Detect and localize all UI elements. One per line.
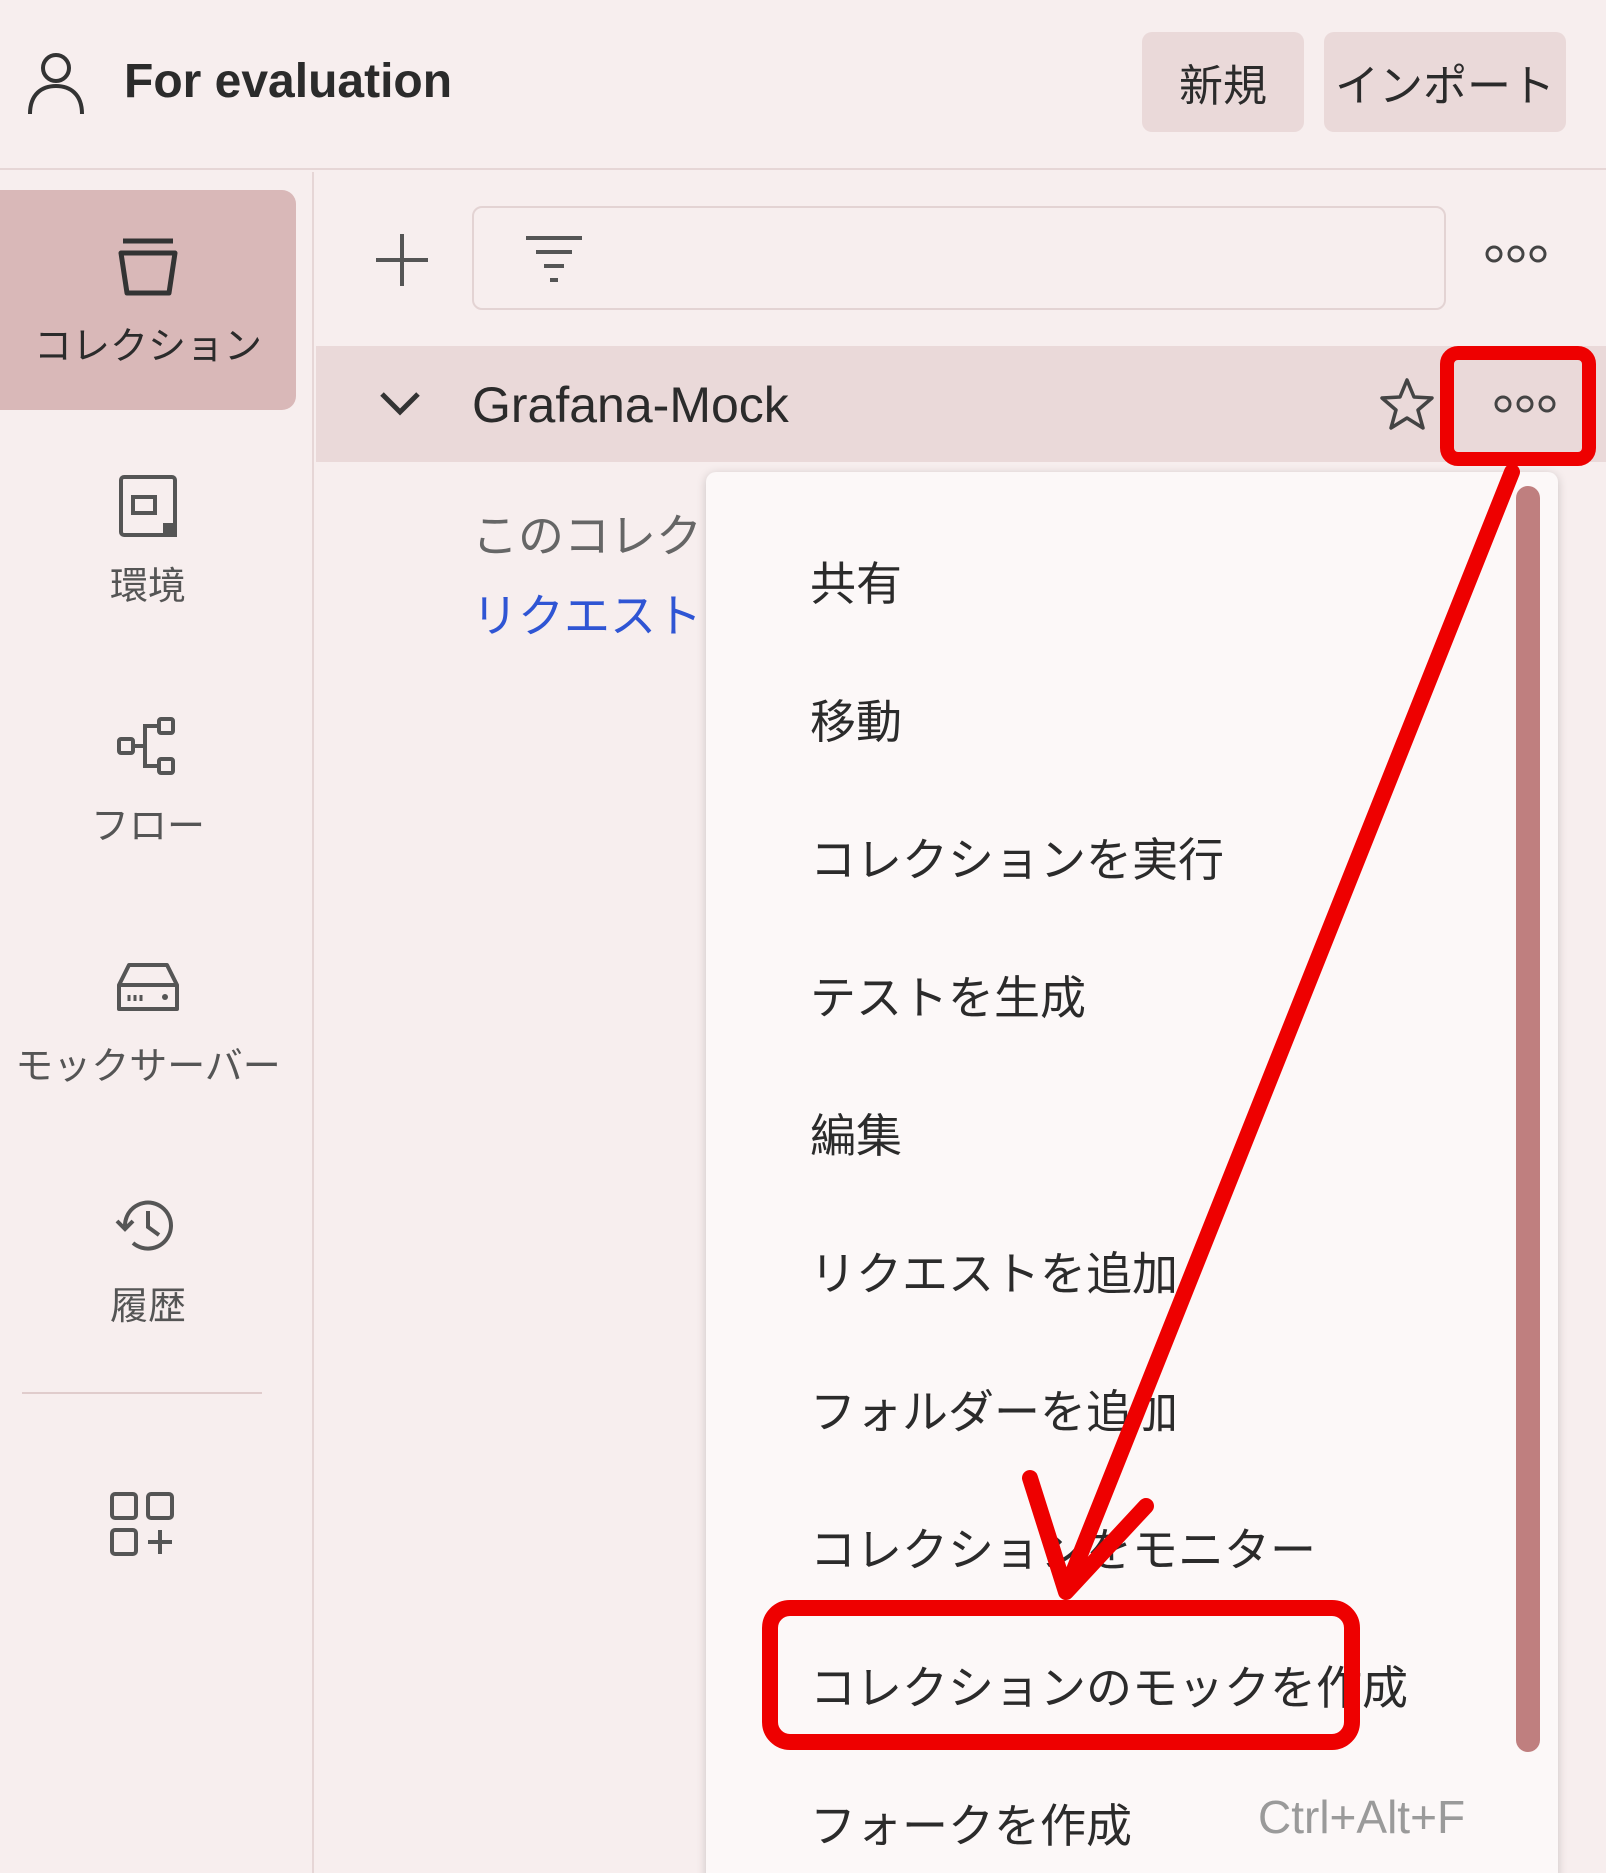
menu-item-label: フォークを作成 — [810, 1799, 1132, 1853]
collection-row[interactable]: Grafana-Mock — [316, 346, 1606, 462]
menu-item-monitor-collection[interactable]: コレクションをモニター — [810, 1514, 1316, 1580]
filter-icon — [526, 236, 582, 282]
sidebar-divider — [22, 1392, 262, 1394]
history-icon — [115, 1200, 173, 1251]
more-options-icon — [1494, 395, 1556, 413]
flow-icon — [117, 716, 175, 775]
new-button[interactable]: 新規 — [1142, 32, 1304, 132]
chevron-down-icon[interactable] — [378, 386, 422, 420]
sidebar: コレクション 環境 フロー モックサーバー 履歴 — [0, 172, 314, 1873]
menu-item-run-collection[interactable]: コレクションを実行 — [810, 824, 1224, 890]
more-options-icon[interactable] — [1484, 240, 1548, 268]
add-collection-icon[interactable] — [372, 230, 432, 290]
workspace-title: For evaluation — [124, 55, 453, 108]
menu-item-share[interactable]: 共有 — [810, 548, 902, 614]
sidebar-item-mock-servers[interactable]: モックサーバー — [0, 910, 296, 1130]
environment-icon — [119, 474, 177, 537]
menu-item-move[interactable]: 移動 — [810, 686, 902, 752]
sidebar-item-collections[interactable]: コレクション — [0, 190, 296, 410]
menu-item-edit[interactable]: 編集 — [810, 1100, 902, 1166]
collection-more-button[interactable] — [1456, 352, 1594, 456]
collection-context-menu: 共有 移動 コレクションを実行 テストを生成 編集 リクエストを追加 フォルダー… — [706, 472, 1558, 1873]
sidebar-item-flows[interactable]: フロー — [0, 670, 296, 890]
sidebar-item-label: コレクション — [33, 323, 262, 368]
collection-name[interactable]: Grafana-Mock — [472, 376, 789, 434]
mock-server-icon — [117, 962, 179, 1011]
empty-collection-text: このコレクシ — [472, 509, 712, 563]
search-box[interactable] — [472, 206, 1446, 310]
menu-item-shortcut: Ctrl+Alt+F — [1258, 1791, 1466, 1843]
sidebar-item-label: フロー — [90, 803, 205, 848]
menu-item-create-fork[interactable]: フォークを作成 Ctrl+Alt+F — [810, 1790, 1465, 1856]
menu-item-mock-collection[interactable]: コレクションのモックを作成 — [810, 1652, 1408, 1718]
search-input[interactable] — [614, 228, 1414, 288]
menu-item-generate-tests[interactable]: テストを生成 — [810, 962, 1086, 1028]
menu-scrollbar[interactable] — [1516, 486, 1540, 1752]
apps-add-icon[interactable] — [108, 1490, 176, 1558]
sidebar-item-environments[interactable]: 環境 — [0, 430, 296, 650]
sidebar-item-label: 履歴 — [109, 1283, 186, 1328]
collection-icon — [118, 238, 178, 295]
sidebar-item-label: モックサーバー — [15, 1043, 281, 1088]
menu-item-add-request[interactable]: リクエストを追加 — [810, 1238, 1178, 1304]
sidebar-item-label: 環境 — [109, 563, 186, 608]
import-button[interactable]: インポート — [1324, 32, 1566, 132]
app-header: For evaluation 新規 インポート — [0, 0, 1606, 170]
user-icon[interactable] — [26, 48, 86, 118]
add-request-link[interactable]: リクエストを — [472, 580, 712, 646]
star-icon[interactable] — [1378, 376, 1436, 434]
sidebar-item-history[interactable]: 履歴 — [0, 1150, 296, 1370]
menu-item-add-folder[interactable]: フォルダーを追加 — [810, 1376, 1178, 1442]
